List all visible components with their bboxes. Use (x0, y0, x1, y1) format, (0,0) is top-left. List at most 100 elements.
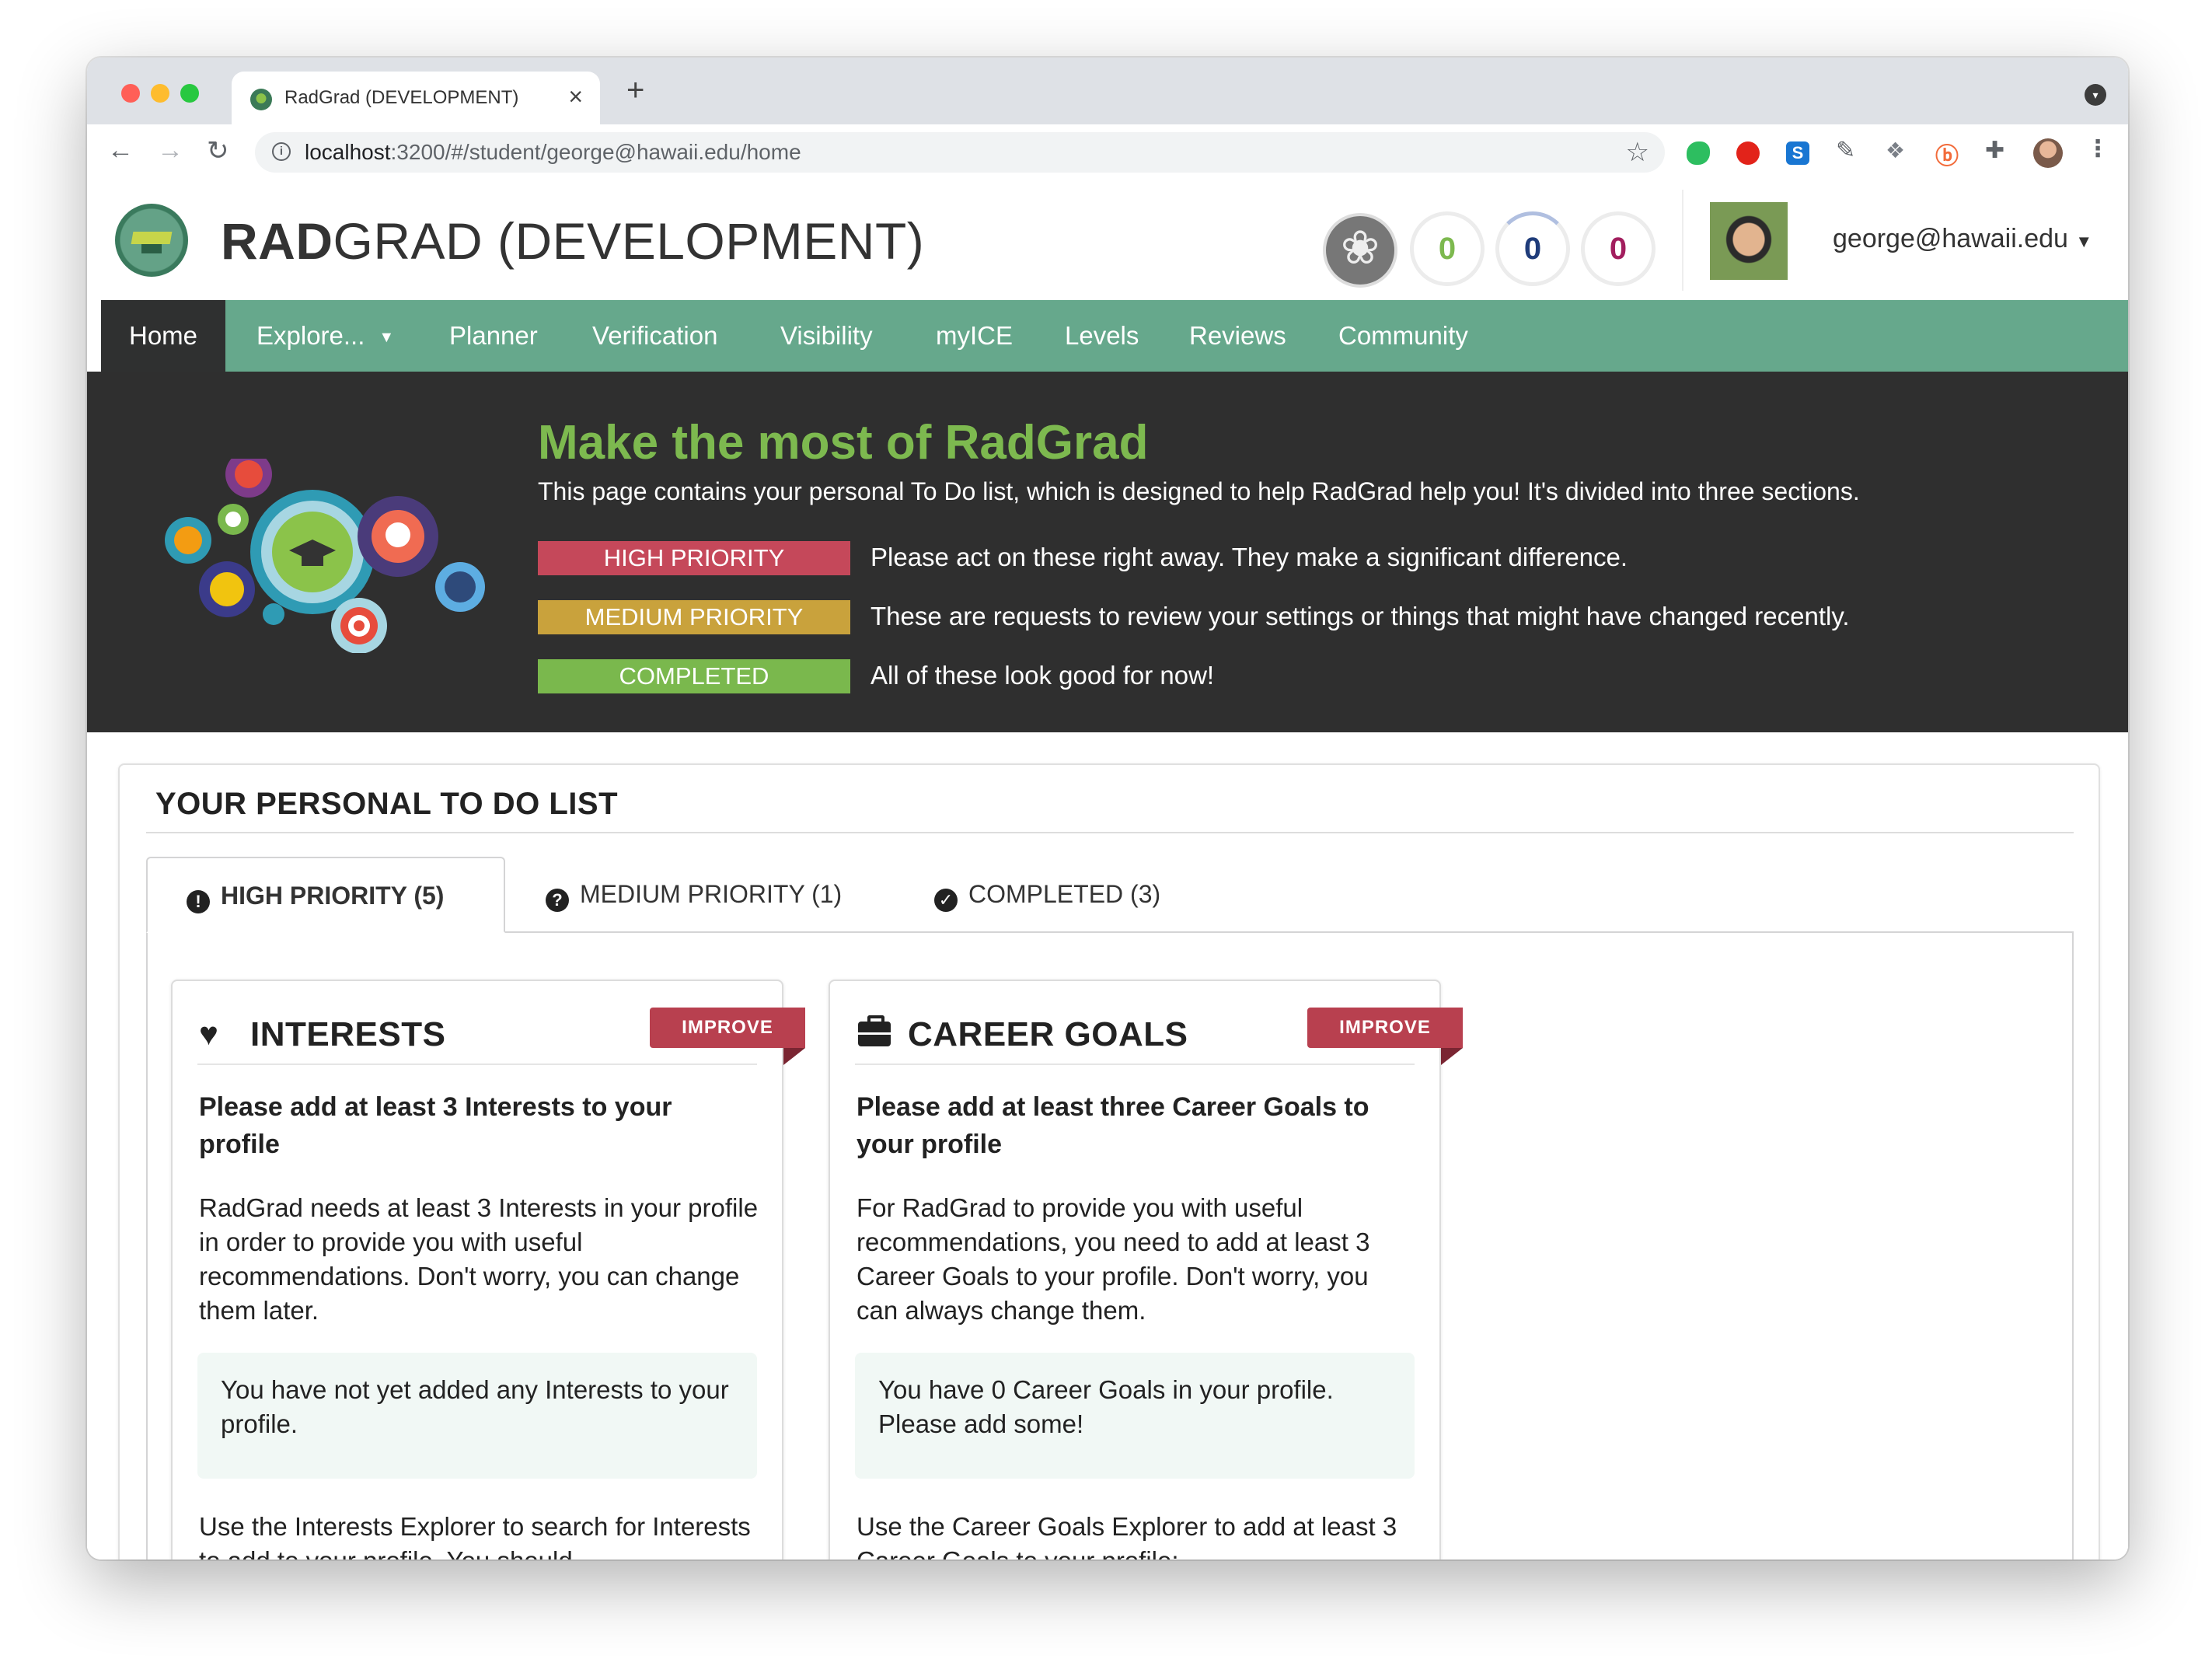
nav-planner[interactable]: Planner (449, 300, 538, 372)
briefcase-icon (858, 1015, 891, 1046)
innovation-points[interactable]: 0 (1410, 211, 1485, 286)
tab-search-icon[interactable]: ▾ (2085, 84, 2106, 106)
improve-badge: IMPROVE (650, 1008, 805, 1065)
minimize-window-button[interactable] (151, 84, 169, 103)
medium-priority-label: MEDIUM PRIORITY (538, 600, 850, 634)
maximize-window-button[interactable] (180, 84, 199, 103)
app-header: RADGRAD (DEVELOPMENT) 0 0 0 george@hawai… (87, 180, 2128, 300)
tab-high-priority-label: HIGH PRIORITY (5) (221, 882, 445, 910)
intro-banner: Make the most of RadGrad This page conta… (87, 372, 2128, 732)
completed-text: All of these look good for now! (870, 661, 1215, 690)
tab-strip: RadGrad (DEVELOPMENT) × + ▾ (87, 58, 2128, 124)
nav-community[interactable]: Community (1338, 300, 1468, 372)
browser-toolbar: ← → ↻ i localhost:3200/#/student/george@… (87, 124, 2128, 181)
main-nav: Home Explore... ▼ Planner Verification Vi… (101, 300, 2128, 372)
card-divider (855, 1064, 1415, 1065)
divider (146, 832, 2074, 833)
experience-points[interactable]: 0 (1581, 211, 1656, 286)
nav-reviews[interactable]: Reviews (1189, 300, 1286, 372)
competency-points[interactable]: 0 (1495, 211, 1570, 286)
status-message: You have not yet added any Interests to … (197, 1353, 757, 1479)
card-description: For RadGrad to provide you with useful r… (857, 1193, 1370, 1325)
nav-levels[interactable]: Levels (1065, 300, 1139, 372)
question-circle-icon: ? (546, 889, 569, 912)
content-area: YOUR PERSONAL TO DO LIST ! HIGH PRIORITY … (87, 732, 2128, 1559)
career-goals-card: CAREER GOALS IMPROVE Please add at least… (829, 980, 1463, 1559)
nav-myice[interactable]: myICE (936, 300, 1013, 372)
dropbox-extension-icon[interactable]: ❖ (1886, 138, 1909, 162)
browser-menu-icon[interactable]: ⋮ (2086, 135, 2109, 162)
url-text: localhost:3200/#/student/george@hawaii.e… (305, 140, 801, 165)
color-picker-extension-icon[interactable]: ✎ (1836, 137, 1859, 163)
close-window-button[interactable] (121, 84, 140, 103)
back-arrow-icon[interactable]: ← (107, 135, 134, 166)
priority-tabs: ! HIGH PRIORITY (5) ? MEDIUM PRIORITY (1) … (146, 857, 2074, 934)
avatar[interactable] (1710, 202, 1788, 280)
tab-medium-priority[interactable]: ? MEDIUM PRIORITY (1) (546, 857, 842, 931)
user-email: george@hawaii.edu (1833, 224, 2068, 253)
b-extension-icon[interactable]: ⓑ (1935, 137, 1959, 169)
ice-logo-icon[interactable] (1323, 213, 1397, 288)
page: RADGRAD (DEVELOPMENT) 0 0 0 george@hawai… (87, 180, 2128, 1559)
browser-tab[interactable]: RadGrad (DEVELOPMENT) × (232, 72, 600, 124)
card-instructions: Use the Career Goals Explorer to add at … (857, 1512, 1397, 1559)
improve-badge: IMPROVE (1307, 1008, 1463, 1065)
browser-window: RadGrad (DEVELOPMENT) × + ▾ ← → ↻ i loca… (87, 58, 2128, 1559)
banner-description: This page contains your personal To Do l… (538, 477, 1860, 505)
site-info-icon[interactable]: i (272, 142, 291, 161)
extensions-puzzle-icon[interactable]: ✚ (1985, 137, 2008, 163)
new-tab-button[interactable]: + (626, 73, 644, 108)
check-circle-icon: ✓ (934, 889, 958, 912)
reload-icon[interactable]: ↻ (207, 135, 229, 166)
forward-arrow-icon[interactable]: → (157, 135, 183, 166)
nav-explore-label: Explore... (256, 321, 365, 350)
todo-heading: YOUR PERSONAL TO DO LIST (155, 787, 619, 821)
high-priority-text: Please act on these right away. They mak… (870, 543, 1628, 571)
nav-visibility[interactable]: Visibility (780, 300, 873, 372)
evernote-extension-icon[interactable] (1687, 141, 1710, 165)
card-description: RadGrad needs at least 3 Interests in yo… (199, 1193, 759, 1325)
tab-completed-label: COMPLETED (3) (968, 880, 1161, 908)
nav-explore[interactable]: Explore... ▼ (256, 300, 394, 372)
s-extension-icon[interactable]: S (1786, 141, 1809, 165)
favicon-icon (250, 89, 272, 110)
brand-title: RADGRAD (DEVELOPMENT) (221, 211, 924, 271)
tab-high-priority[interactable]: ! HIGH PRIORITY (5) (146, 857, 505, 933)
brand-rest: GRAD (DEVELOPMENT) (333, 212, 925, 270)
chevron-down-icon: ▼ (379, 329, 395, 347)
url-host: localhost (305, 140, 391, 164)
high-priority-label: HIGH PRIORITY (538, 541, 850, 575)
interests-card: ♥ INTERESTS IMPROVE Please add at least … (171, 980, 805, 1559)
heart-icon: ♥ (199, 1015, 218, 1052)
opera-extension-icon[interactable] (1736, 141, 1760, 165)
nav-verification[interactable]: Verification (592, 300, 717, 372)
exclamation-circle-icon: ! (187, 890, 210, 913)
gears-illustration-icon (165, 459, 485, 653)
card-title: INTERESTS (250, 1015, 446, 1053)
card-divider (197, 1064, 757, 1065)
user-menu-dropdown[interactable]: george@hawaii.edu ▼ (1833, 224, 2092, 254)
card-title: CAREER GOALS (908, 1015, 1188, 1053)
tab-medium-priority-label: MEDIUM PRIORITY (1) (580, 880, 843, 908)
nav-home[interactable]: Home (101, 300, 226, 372)
status-message: You have 0 Career Goals in your profile.… (855, 1353, 1415, 1479)
radgrad-logo-icon[interactable] (115, 204, 188, 277)
url-path: :3200/#/student/george@hawaii.edu/home (390, 140, 801, 164)
brand-bold: RAD (221, 212, 333, 270)
profile-avatar-icon[interactable] (2033, 138, 2063, 168)
completed-label: COMPLETED (538, 659, 850, 693)
card-subtitle: Please add at least 3 Interests to your … (199, 1092, 672, 1159)
card-instructions: Use the Interests Explorer to search for… (199, 1512, 751, 1559)
banner-title: Make the most of RadGrad (538, 416, 1149, 470)
tab-completed[interactable]: ✓ COMPLETED (3) (934, 857, 1160, 931)
card-subtitle: Please add at least three Career Goals t… (857, 1092, 1369, 1159)
tab-title: RadGrad (DEVELOPMENT) (284, 87, 519, 108)
high-priority-panel: ♥ INTERESTS IMPROVE Please add at least … (146, 933, 2074, 1559)
medium-priority-text: These are requests to review your settin… (870, 602, 1850, 630)
tab-close-icon[interactable]: × (568, 82, 583, 111)
chevron-down-icon: ▼ (2075, 232, 2093, 251)
todo-segment: YOUR PERSONAL TO DO LIST ! HIGH PRIORITY … (118, 763, 2100, 1559)
address-bar[interactable]: i localhost:3200/#/student/george@hawaii… (255, 132, 1665, 173)
header-divider (1682, 190, 1683, 291)
bookmark-star-icon[interactable]: ☆ (1626, 137, 1649, 168)
